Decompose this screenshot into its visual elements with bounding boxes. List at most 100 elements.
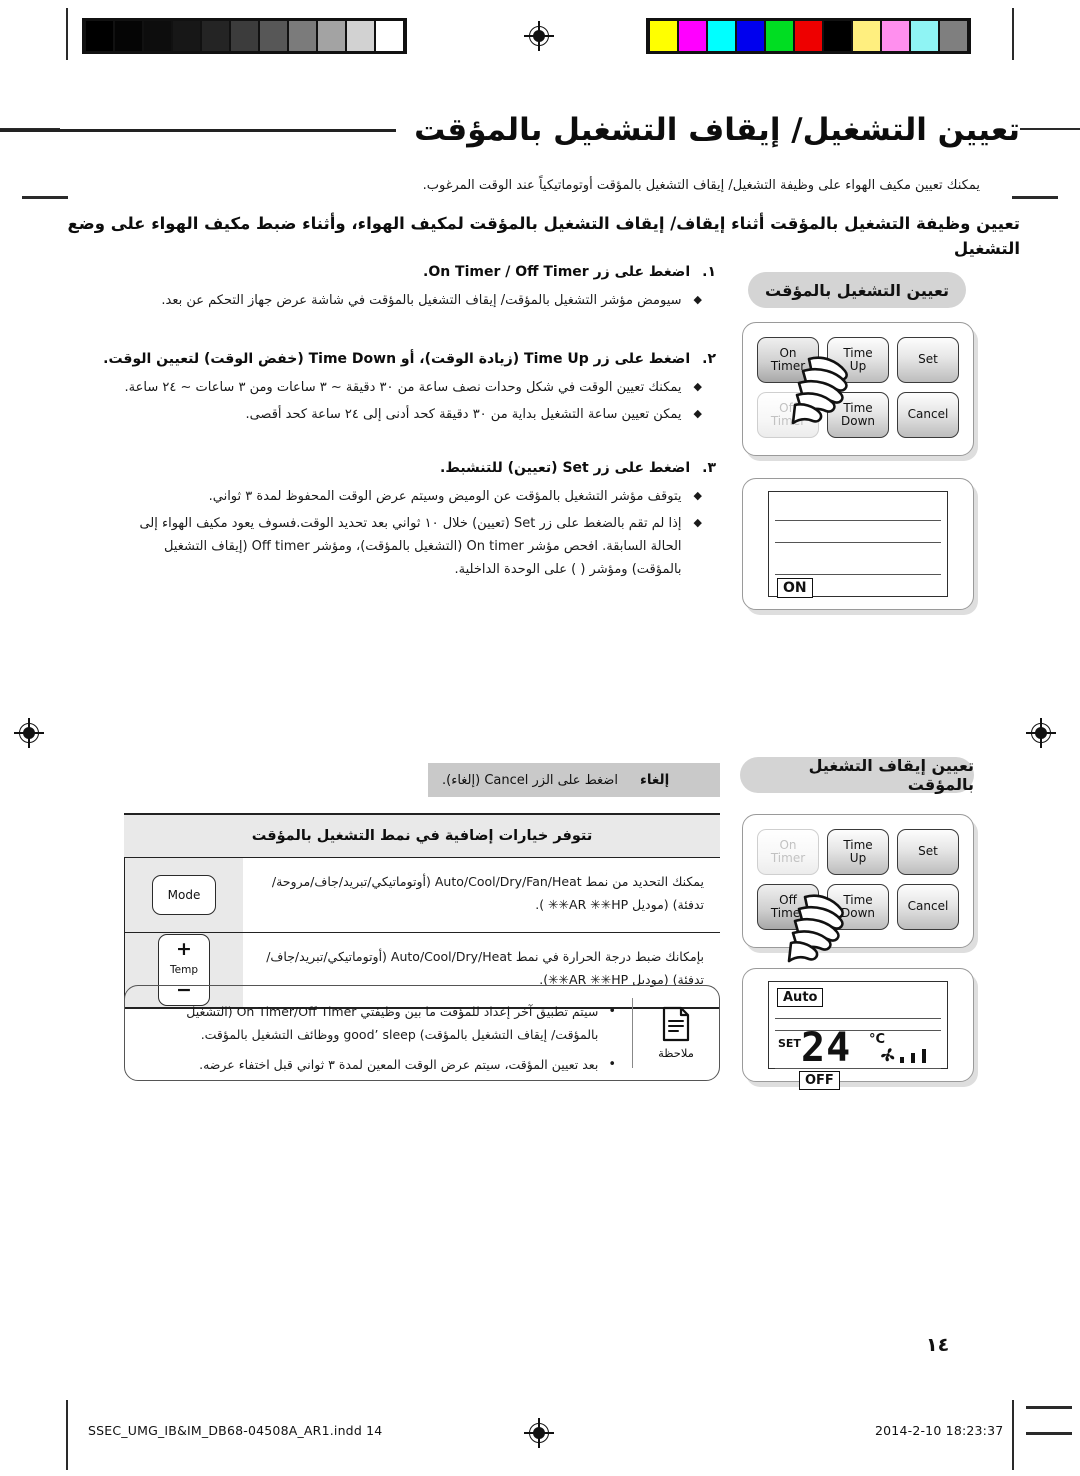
key-line-2: Timer xyxy=(770,851,806,865)
key-line-1: Set xyxy=(918,844,938,859)
calibration-swatch-9 xyxy=(347,21,374,51)
crop-dash-bottom-right-b xyxy=(1026,1432,1072,1435)
bullet-item: ◆ إذا لم تقم بالضغط على زر Set (تعيين) خ… xyxy=(120,513,720,581)
cancel-button[interactable]: Cancel xyxy=(897,392,959,438)
set-label: SET xyxy=(778,1037,801,1050)
panel-2-heading: تعيين إيقاف التشغيل بالمؤقت xyxy=(740,756,974,794)
key-line-1: Off xyxy=(779,400,797,415)
bullet-marker-icon: ◆ xyxy=(693,489,702,503)
step-2-number: ٢. xyxy=(702,350,716,367)
note-body: • سيتم تطبيق آخر إعداد للمؤقت ما بين وظي… xyxy=(125,986,632,1080)
calibration-swatch-2 xyxy=(708,21,735,51)
lcd-divider-line xyxy=(775,1068,941,1070)
step-2-bullets: ◆ يمكنك تعيين الوقت في شكل وحدات نصف ساع… xyxy=(120,377,720,427)
crop-line-top-left-v xyxy=(66,8,68,60)
time-down-button[interactable]: Time Down xyxy=(827,884,889,930)
mode-button[interactable]: Mode xyxy=(152,875,216,915)
manual-page: تعيين التشغيل/ إيقاف التشغيل بالمؤقت يمك… xyxy=(0,0,1080,1476)
fan-speed-bars xyxy=(900,1044,927,1063)
set-button[interactable]: Set xyxy=(897,829,959,875)
step-1-number: ١. xyxy=(702,264,716,280)
key-line-1: On xyxy=(779,837,797,852)
off-timer-button[interactable]: Off Timer xyxy=(757,392,819,438)
bullet-item: ◆ يمكن تعيين ساعة التشغيل بداية من ٣٠ دق… xyxy=(120,404,720,427)
bullet-item: ◆ يمكنك تعيين الوقت في شكل وحدات نصف ساع… xyxy=(120,377,720,400)
step-1: ١. اضغط على زر On Timer / Off Timer. ◆ س… xyxy=(120,264,720,313)
calibration-swatch-10 xyxy=(376,21,403,51)
title-rule xyxy=(0,128,397,132)
off-indicator-badge: OFF xyxy=(799,1071,840,1090)
crop-line-bottom-left-v xyxy=(66,1400,68,1470)
crop-dash-left xyxy=(22,196,68,199)
note-text: سيتم تطبيق آخر إعداد للمؤقت ما بين وظيفت… xyxy=(186,1004,599,1043)
footer-timestamp: 2014-2-10 18:23:37 xyxy=(875,1423,1004,1438)
time-down-button[interactable]: Time Down xyxy=(827,392,889,438)
on-indicator-badge: ON xyxy=(777,578,813,598)
bullet-text: يتوقف مؤشر التشغيل بالمؤقت عن الوميض وسي… xyxy=(208,489,682,505)
key-line-1: Time xyxy=(843,400,873,415)
options-table-heading: تتوفر خيارات إضافية في نمط التشغيل بالمؤ… xyxy=(124,815,720,858)
steps-list: ١. اضغط على زر On Timer / Off Timer. ◆ س… xyxy=(103,264,720,585)
key-line-1: Off xyxy=(779,892,797,907)
calibration-swatch-3 xyxy=(737,21,764,51)
bullet-marker-icon: ◆ xyxy=(693,516,702,529)
note-box: • سيتم تطبيق آخر إعداد للمؤقت ما بين وظي… xyxy=(124,985,720,1081)
step-1-heading: ١. اضغط على زر On Timer / Off Timer. xyxy=(120,264,720,280)
bullet-text: إذا لم تقم بالضغط على زر Set (تعيين) خلا… xyxy=(139,516,682,577)
calibration-swatch-9 xyxy=(911,21,938,51)
grayscale-calibration-bar xyxy=(82,18,407,54)
key-line-2: Down xyxy=(840,906,875,920)
on-timer-button[interactable]: On Timer xyxy=(757,829,819,875)
cancel-button[interactable]: Cancel xyxy=(897,884,959,930)
on-timer-button[interactable]: On Timer xyxy=(757,337,819,383)
color-calibration-bar xyxy=(646,18,971,54)
crop-line-bottom-right-v xyxy=(1012,1400,1014,1470)
note-item: • بعد تعيين المؤقت، سيتم عرض الوقت المعي… xyxy=(141,1053,616,1077)
calibration-swatch-7 xyxy=(853,21,880,51)
registration-target-icon-left xyxy=(14,718,44,748)
calibration-swatch-1 xyxy=(679,21,706,51)
options-table: تتوفر خيارات إضافية في نمط التشغيل بالمؤ… xyxy=(124,813,720,1009)
remote-display-off-timer: Auto SET 24 °C OFF xyxy=(742,968,974,1090)
bullet-marker-icon: ◆ xyxy=(693,379,702,393)
calibration-swatch-4 xyxy=(202,21,229,51)
bullet-marker-icon: • xyxy=(608,1004,616,1019)
mode-indicator-badge: Auto xyxy=(777,988,824,1007)
calibration-swatch-4 xyxy=(766,21,793,51)
step-2-heading: ٢. اضغط على زر Time Up (زيادة الوقت)، أو… xyxy=(103,350,720,367)
bullet-marker-icon: • xyxy=(608,1057,616,1073)
time-up-button[interactable]: Time Up xyxy=(827,337,889,383)
time-up-button[interactable]: Time Up xyxy=(827,829,889,875)
table-cell-button: Mode xyxy=(124,858,243,932)
registration-target-icon-bottom xyxy=(524,1418,554,1448)
page-title: تعيين التشغيل/ إيقاف التشغيل بالمؤقت xyxy=(414,112,1020,148)
calibration-swatch-7 xyxy=(289,21,316,51)
temp-increase-icon[interactable]: + xyxy=(176,940,192,959)
keypad-grid: On Timer Time Up Set Off Timer Time Down… xyxy=(757,337,959,438)
key-line-2: Down xyxy=(840,414,875,428)
set-button[interactable]: Set xyxy=(897,337,959,383)
lcd-divider-line xyxy=(775,1018,941,1020)
calibration-swatch-2 xyxy=(144,21,171,51)
lcd-divider-line xyxy=(775,574,941,576)
section-subheading: تعيين وظيفة التشغيل بالمؤقت أثناء إيقاف/… xyxy=(67,214,1020,258)
note-item: • سيتم تطبيق آخر إعداد للمؤقت ما بين وظي… xyxy=(141,1000,616,1046)
key-line-2: Timer xyxy=(770,359,806,373)
key-line-1: Time xyxy=(843,837,873,852)
step-3-bullets: ◆ يتوقف مؤشر التشغيل بالمؤقت عن الوميض و… xyxy=(120,486,720,581)
lcd-screen: ON xyxy=(768,491,948,598)
step-2-title: اضغط على زر Time Up (زيادة الوقت)، أو Ti… xyxy=(103,350,691,367)
bullet-item: ◆ يتوقف مؤشر التشغيل بالمؤقت عن الوميض و… xyxy=(120,486,720,509)
bullet-text: يمكن تعيين ساعة التشغيل بداية من ٣٠ دقيق… xyxy=(245,406,682,422)
calibration-swatch-8 xyxy=(882,21,909,51)
key-line-1: On xyxy=(779,345,797,360)
step-3-title: اضغط على زر Set (تعيين) للتنشبط. xyxy=(440,460,691,477)
step-3-number: ٣. xyxy=(702,460,716,477)
key-line-2: Timer xyxy=(770,906,806,920)
off-timer-button[interactable]: Off Timer xyxy=(757,884,819,930)
key-line-1: Time xyxy=(843,892,873,907)
bullet-item: ◆ سيومض مؤشر التشغيل بالمؤقت/ إيقاف التش… xyxy=(120,290,720,313)
lcd-divider-line xyxy=(775,1030,941,1032)
key-line-2: Up xyxy=(849,359,867,373)
temp-label: Temp xyxy=(170,963,198,976)
